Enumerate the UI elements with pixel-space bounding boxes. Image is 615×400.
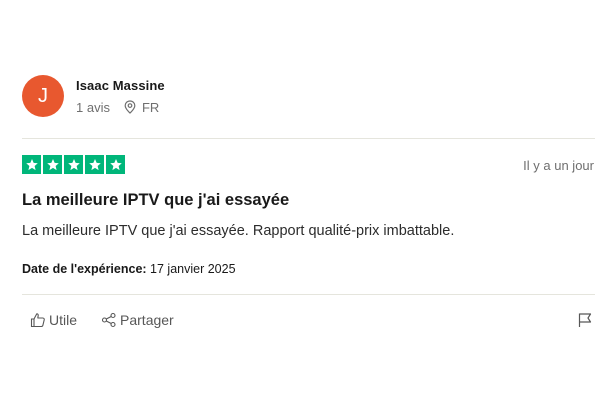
divider-bottom — [22, 294, 595, 295]
experience-date-label: Date de l'expérience: — [22, 262, 147, 276]
star-icon — [106, 155, 125, 174]
star-icon — [85, 155, 104, 174]
reviewer-meta: 1 avis FR — [76, 100, 165, 115]
reviews-count: 1 avis — [76, 99, 110, 115]
share-icon — [101, 312, 116, 328]
star-icon — [64, 155, 83, 174]
useful-label: Utile — [49, 312, 78, 328]
divider-top — [22, 138, 595, 139]
reviewer-name[interactable]: Isaac Massine — [76, 78, 165, 93]
review-relative-date: Il y a un jour — [523, 158, 594, 173]
flag-icon — [578, 313, 592, 327]
star-icon — [43, 155, 62, 174]
experience-date-value: 17 janvier 2025 — [150, 262, 236, 276]
review-body: La meilleure IPTV que j'ai essayée. Rapp… — [22, 223, 455, 239]
review-title[interactable]: La meilleure IPTV que j'ai essayée — [22, 191, 289, 210]
avatar[interactable]: J — [22, 75, 64, 117]
useful-button[interactable]: Utile — [30, 312, 77, 328]
star-icon — [22, 155, 41, 174]
reviewer-header: J Isaac Massine 1 avis FR — [22, 75, 165, 117]
reviewer-info: Isaac Massine 1 avis FR — [76, 78, 165, 115]
location-pin-icon — [124, 100, 136, 114]
review-card: J Isaac Massine 1 avis FR Il y a un jour… — [0, 0, 615, 400]
thumbs-up-icon — [30, 313, 45, 328]
share-button[interactable]: Partager — [101, 312, 174, 328]
review-actions: Utile Partager — [30, 312, 198, 328]
share-label: Partager — [120, 312, 174, 328]
avatar-initial: J — [38, 84, 48, 107]
report-button[interactable] — [577, 312, 593, 333]
star-rating — [22, 155, 127, 174]
reviewer-location: FR — [124, 100, 159, 115]
experience-date: Date de l'expérience: 17 janvier 2025 — [22, 262, 236, 276]
reviewer-country: FR — [141, 99, 160, 115]
